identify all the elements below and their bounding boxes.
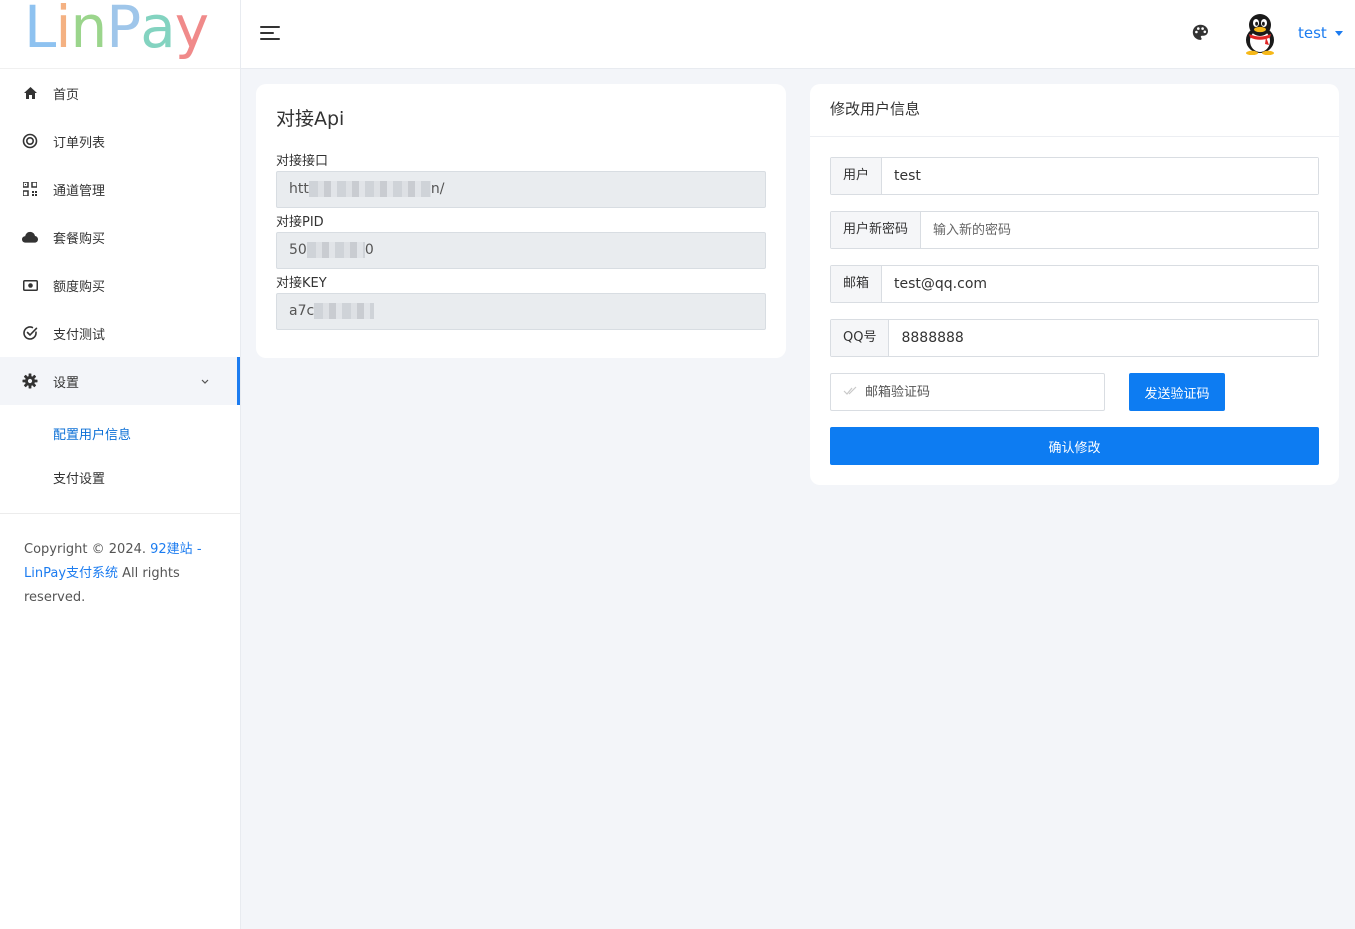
qq-input[interactable] <box>889 320 1318 356</box>
chevron-down-icon <box>201 376 209 387</box>
footer-link-site[interactable]: 92建站 - <box>150 542 201 557</box>
api-key-field[interactable]: a7c <box>276 293 766 330</box>
email-input[interactable] <box>882 266 1318 302</box>
email-code-input[interactable] <box>865 384 1104 400</box>
sidebar-subitem-pay-settings[interactable]: 支付设置 <box>0 455 240 499</box>
sidebar-item-label: 支付测试 <box>53 327 106 343</box>
sidebar: LinPay 首页 订单列表 通道管理 套餐购买 额度购买 支付测试 设置 配置… <box>0 0 241 929</box>
sidebar-item-label: 额度购买 <box>53 279 106 295</box>
sidebar-item-packages[interactable]: 套餐购买 <box>0 213 240 261</box>
qq-group: QQ号 <box>830 319 1319 357</box>
logo-letter: y <box>174 0 209 61</box>
sidebar-item-channels[interactable]: 通道管理 <box>0 165 240 213</box>
api-card-title: 对接Api <box>276 108 345 130</box>
redacted-mask <box>306 242 365 258</box>
confirm-button[interactable]: 确认修改 <box>830 427 1319 465</box>
api-key-prefix: a7c <box>289 303 315 319</box>
palette-icon[interactable] <box>1192 24 1210 42</box>
settings-subnav: 配置用户信息 支付设置 <box>0 405 240 514</box>
api-endpoint-field[interactable]: htt n/ <box>276 171 766 208</box>
api-pid-prefix: 50 <box>289 242 307 258</box>
sidebar-item-settings[interactable]: 设置 <box>0 357 240 405</box>
new-password-input[interactable] <box>921 212 1318 248</box>
api-pid-label: 对接PID <box>276 215 324 230</box>
top-header: test <box>241 0 1355 69</box>
username-input[interactable] <box>882 158 1318 194</box>
sidebar-item-label: 首页 <box>53 87 80 103</box>
api-card: 对接Api 对接接口 htt n/ 对接PID 50 0 对接KEY a7c <box>256 84 786 358</box>
api-endpoint-suffix: n/ <box>430 181 445 197</box>
verify-code-box <box>830 373 1105 411</box>
sidebar-nav: 首页 订单列表 通道管理 套餐购买 额度购买 支付测试 设置 配置用户信息 支付… <box>0 68 240 514</box>
qq-addon: QQ号 <box>831 320 890 356</box>
qrcode-icon <box>22 181 38 197</box>
sidebar-item-quota[interactable]: 额度购买 <box>0 261 240 309</box>
footer: Copyright © 2024. 92建站 - LinPay支付系统 All … <box>0 514 240 610</box>
sidebar-item-label: 订单列表 <box>53 135 106 151</box>
verify-code-row: 发送验证码 <box>830 373 1319 411</box>
cloud-icon <box>22 229 38 245</box>
api-key-label: 对接KEY <box>276 276 327 291</box>
avatar[interactable] <box>1241 13 1279 56</box>
logo-text: LinPay <box>24 0 209 61</box>
target-icon <box>22 133 38 149</box>
caret-down-icon <box>1334 30 1343 36</box>
logo[interactable]: LinPay <box>0 0 240 68</box>
api-endpoint-prefix: htt <box>289 181 309 197</box>
username-addon: 用户 <box>831 158 883 194</box>
email-group: 邮箱 <box>830 265 1319 303</box>
menu-toggle-icon[interactable] <box>260 26 280 41</box>
sidebar-item-label: 套餐购买 <box>53 231 106 247</box>
logo-letter: n <box>70 0 107 61</box>
password-addon: 用户新密码 <box>831 212 922 248</box>
api-pid-field[interactable]: 50 0 <box>276 232 766 269</box>
redacted-mask <box>308 181 431 197</box>
send-code-button[interactable]: 发送验证码 <box>1129 373 1225 411</box>
logo-letter: L <box>24 0 56 61</box>
logo-letter: i <box>55 0 71 61</box>
home-icon <box>22 85 38 101</box>
password-group: 用户新密码 <box>830 211 1319 249</box>
sidebar-subitem-user-info[interactable]: 配置用户信息 <box>0 411 240 455</box>
money-icon <box>22 277 38 293</box>
footer-link-linpay[interactable]: LinPay支付系统 <box>24 566 118 581</box>
api-pid-suffix: 0 <box>364 242 374 258</box>
logo-letter: a <box>140 0 176 61</box>
sidebar-item-orders[interactable]: 订单列表 <box>0 117 240 165</box>
check-circle-icon <box>22 325 38 341</box>
user-card-title: 修改用户信息 <box>810 84 1339 137</box>
username-label: test <box>1298 24 1327 42</box>
api-endpoint-label: 对接接口 <box>276 154 329 169</box>
gear-icon <box>22 373 38 389</box>
sidebar-item-pay-test[interactable]: 支付测试 <box>0 309 240 357</box>
username-group: 用户 <box>830 157 1319 195</box>
user-info-card: 修改用户信息 用户 用户新密码 邮箱 QQ号 发送验证码 确认修改 <box>810 84 1339 485</box>
logo-letter: P <box>106 0 141 61</box>
redacted-mask <box>314 303 375 319</box>
footer-copyright: Copyright © 2024. <box>24 542 151 557</box>
email-addon: 邮箱 <box>831 266 883 302</box>
checkmark-icon <box>843 384 857 400</box>
sidebar-item-home[interactable]: 首页 <box>0 69 240 117</box>
user-menu[interactable]: test <box>1298 24 1343 42</box>
sidebar-item-label: 通道管理 <box>53 183 106 199</box>
sidebar-item-label: 设置 <box>53 375 80 391</box>
